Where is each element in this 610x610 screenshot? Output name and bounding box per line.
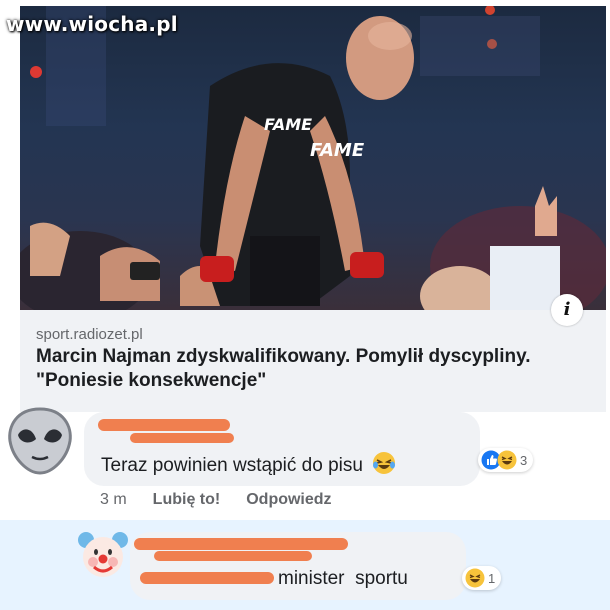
like-button[interactable]: Lubię to! [153, 491, 221, 509]
redacted-author-name [98, 419, 230, 431]
haha-icon [497, 450, 517, 470]
laughing-crying-emoji-icon [373, 452, 396, 474]
watermark: www.wiocha.pl [6, 12, 178, 36]
reaction-count: 1 [488, 570, 496, 586]
redacted-author-name [134, 538, 348, 550]
comment-text: Teraz powinien wstąpić do pisu [101, 451, 396, 477]
post-photo[interactable]: FAME FAME [20, 6, 606, 310]
svg-text:FAME: FAME [310, 140, 365, 161]
reaction-summary[interactable]: 3 [478, 448, 534, 472]
alien-avatar[interactable] [6, 405, 74, 477]
clown-avatar[interactable] [76, 528, 130, 582]
comment-time: 3 m [100, 491, 127, 508]
link-source: sport.radiozet.pl [36, 326, 143, 343]
link-headline[interactable]: Marcin Najman zdyskwalifikowany. Pomylił… [36, 345, 598, 393]
haha-icon [465, 568, 485, 588]
reply-reaction-summary[interactable]: 1 [462, 566, 502, 590]
redacted-mention [140, 572, 274, 584]
alien-icon [8, 407, 72, 475]
jersey-text: FAME [264, 115, 312, 134]
reaction-count: 3 [520, 452, 528, 468]
comment-actions: 3 m Lubię to! Odpowiedz [100, 491, 332, 509]
reply-button[interactable]: Odpowiedz [246, 491, 331, 509]
photo-scene: FAME FAME [20, 6, 606, 310]
info-icon[interactable]: i [551, 294, 583, 326]
reply-text: minister sportu [278, 568, 408, 589]
redacted-author-name [154, 551, 312, 561]
clown-icon [78, 532, 128, 577]
redacted-author-name [130, 433, 234, 443]
